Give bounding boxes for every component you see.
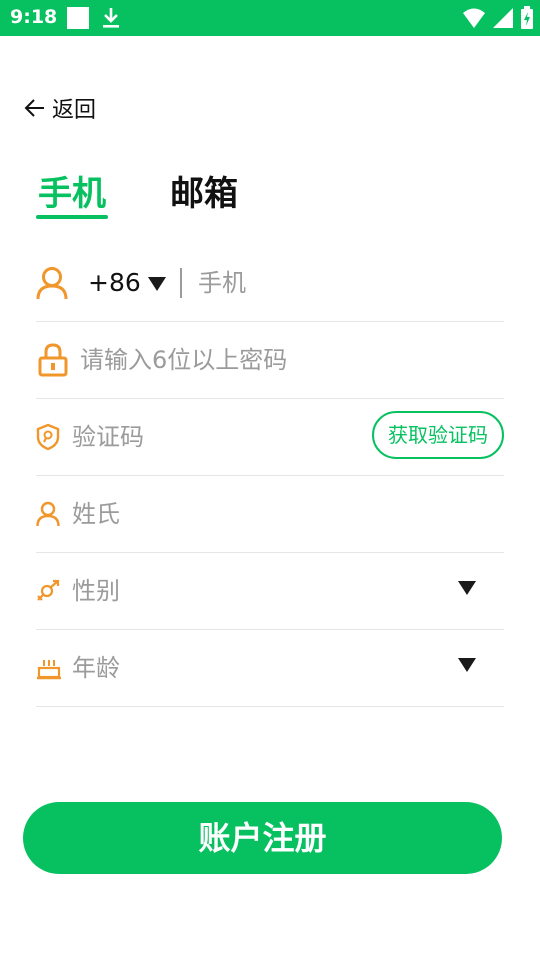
gender-icon bbox=[36, 573, 62, 609]
age-select[interactable]: 年龄 bbox=[72, 652, 120, 684]
code-row: 验证码 获取验证码 bbox=[36, 398, 504, 476]
surname-input[interactable]: 姓氏 bbox=[72, 498, 120, 530]
get-code-button[interactable]: 获取验证码 bbox=[372, 411, 504, 459]
active-tab-indicator bbox=[36, 215, 108, 219]
back-button[interactable]: 返回 bbox=[24, 92, 96, 124]
tab-phone[interactable]: 手机 bbox=[38, 166, 106, 215]
cake-icon bbox=[36, 650, 62, 686]
phone-row: +86 手机 bbox=[36, 244, 504, 322]
status-time: 9:18 bbox=[10, 6, 58, 28]
password-input[interactable]: 请输入6位以上密码 bbox=[80, 344, 287, 376]
back-label: 返回 bbox=[52, 98, 97, 123]
phone-input[interactable]: 手机 bbox=[198, 267, 246, 299]
person-icon bbox=[36, 496, 60, 532]
age-dropdown-icon[interactable] bbox=[458, 658, 476, 672]
gender-row[interactable]: 性别 bbox=[36, 552, 504, 630]
battery-icon bbox=[521, 6, 533, 29]
register-button[interactable]: 账户注册 bbox=[23, 802, 502, 874]
lock-icon bbox=[38, 342, 68, 378]
status-bar: 9:18 bbox=[0, 0, 540, 36]
signal-icon bbox=[493, 8, 513, 28]
wifi-icon bbox=[463, 8, 485, 28]
gender-dropdown-icon[interactable] bbox=[458, 581, 476, 595]
arrow-left-icon bbox=[24, 99, 44, 117]
status-icons bbox=[462, 6, 534, 30]
phone-divider bbox=[180, 268, 182, 298]
user-icon bbox=[36, 265, 68, 301]
age-row[interactable]: 年龄 bbox=[36, 629, 504, 707]
country-code-dropdown-icon[interactable] bbox=[148, 277, 166, 291]
password-row: 请输入6位以上密码 bbox=[36, 321, 504, 399]
surname-row: 姓氏 bbox=[36, 475, 504, 553]
download-icon bbox=[101, 6, 121, 34]
notification-square-icon bbox=[67, 7, 89, 29]
shield-key-icon bbox=[36, 419, 60, 455]
code-input[interactable]: 验证码 bbox=[72, 421, 144, 453]
country-code[interactable]: +86 bbox=[88, 266, 141, 300]
gender-select[interactable]: 性别 bbox=[72, 575, 120, 607]
tab-email[interactable]: 邮箱 bbox=[170, 166, 238, 215]
